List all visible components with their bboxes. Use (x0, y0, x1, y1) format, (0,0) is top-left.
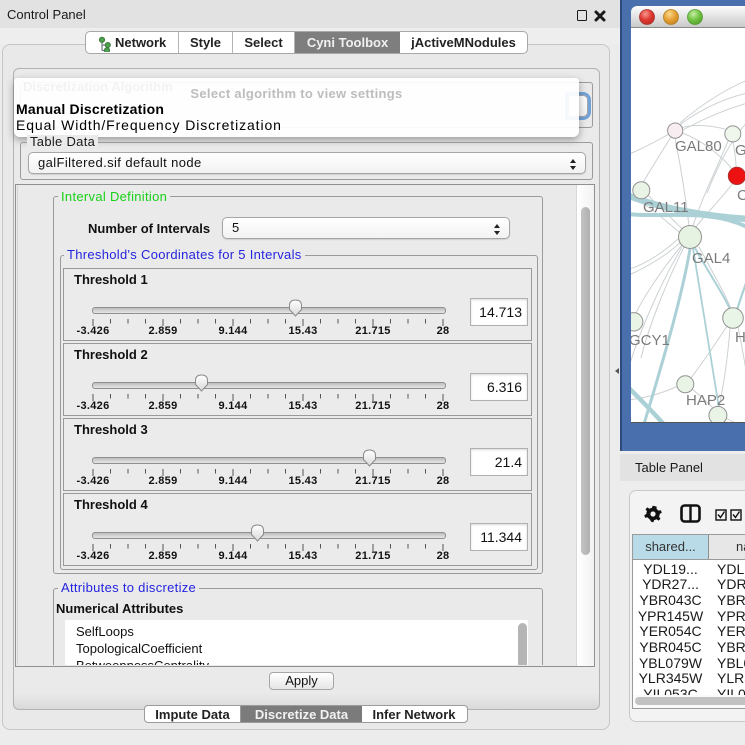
svg-text:GCY1: GCY1 (631, 332, 670, 349)
svg-text:GAL80: GAL80 (675, 138, 722, 155)
svg-text:H: H (735, 329, 745, 346)
svg-text:G.: G. (735, 142, 745, 159)
svg-text:GAL4: GAL4 (692, 250, 730, 267)
svg-text:HAP2: HAP2 (686, 392, 725, 409)
svg-text:C: C (737, 187, 745, 204)
svg-text:GAL11: GAL11 (643, 199, 689, 216)
